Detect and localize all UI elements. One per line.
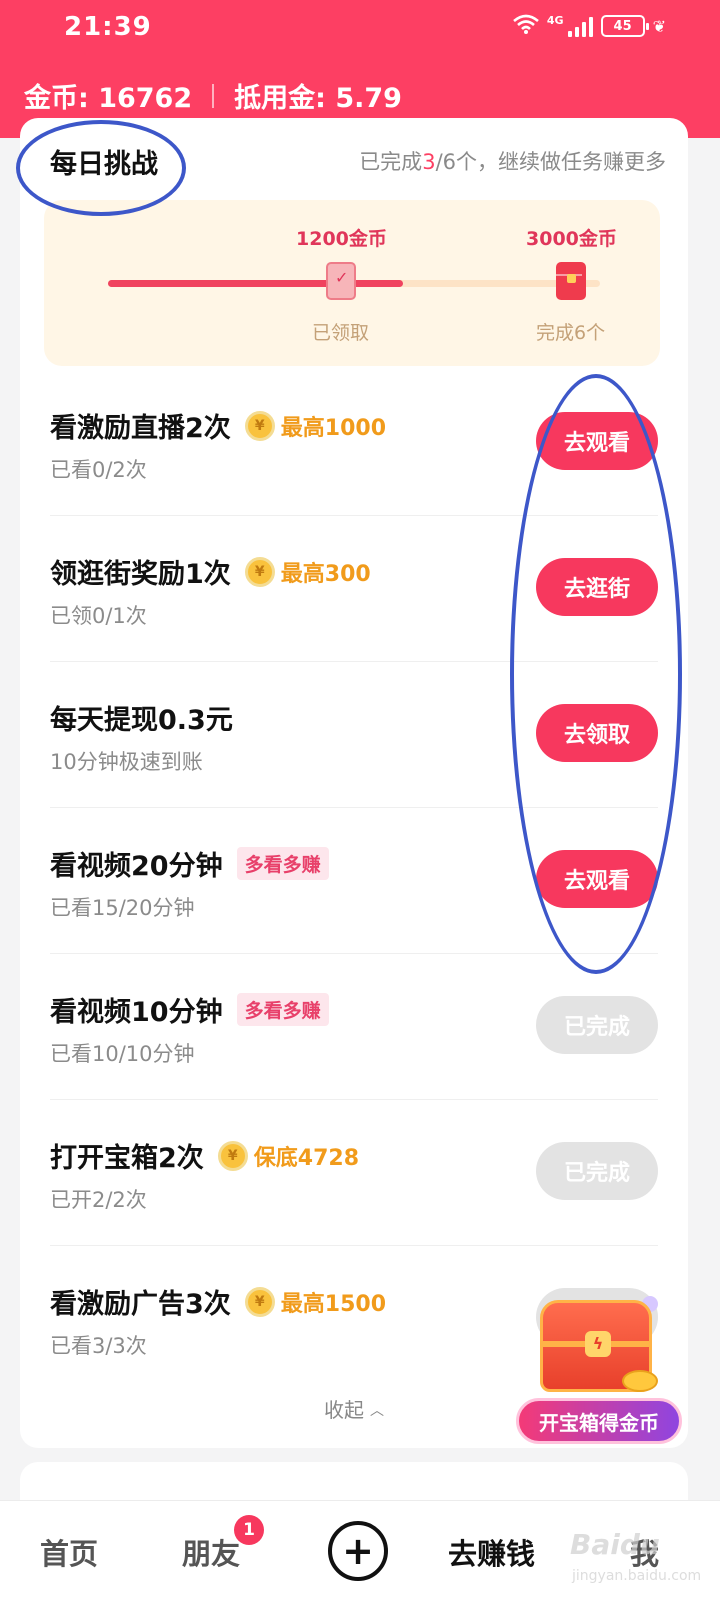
task-title: 看激励广告3次 [50, 1289, 231, 1320]
signal-icon [567, 15, 593, 37]
progress-fill [108, 280, 404, 287]
coin-icon: ¥ [244, 1286, 275, 1317]
create-plus-button[interactable]: + [328, 1521, 388, 1581]
task-progress: 已领0/1次 [50, 604, 147, 628]
hint-prefix: 已完成 [359, 150, 423, 174]
completed-button[interactable]: 已完成 [536, 996, 658, 1054]
challenge-hint: 已完成3/6个，继续做任务赚更多 [359, 146, 666, 176]
task-title-row: 领逛街奖励1次 ¥ 最高300 [50, 552, 371, 591]
open-chest-button[interactable]: 开宝箱得金币 [516, 1398, 682, 1444]
collapse-label: 收起 [324, 1398, 364, 1422]
red-packet-icon[interactable] [556, 262, 586, 300]
claim-withdraw-button[interactable]: 去领取 [536, 704, 658, 762]
task-progress: 已看0/2次 [50, 458, 147, 482]
task-tag: 多看多赚 [236, 993, 329, 1026]
check-icon: ✓ [335, 268, 349, 287]
task-title: 看激励直播2次 [50, 413, 231, 444]
friends-badge: 1 [234, 1515, 264, 1545]
task-title-row: 打开宝箱2次 ¥ 保底4728 [50, 1136, 359, 1175]
task-reward: 最高300 [280, 561, 371, 587]
milestone-status-1: 已领取 [312, 322, 370, 344]
balance-row: 金币: 16762 抵用金: 5.79 [24, 76, 402, 115]
task-row: 每天提现0.3元 10分钟极速到账 去领取 [20, 662, 688, 808]
packet-seal [567, 274, 576, 283]
task-title-row: 看激励广告3次 ¥ 最高1500 [50, 1282, 386, 1321]
treasure-chest-widget[interactable]: ϟ 开宝箱得金币 [514, 1290, 684, 1450]
task-progress: 10分钟极速到账 [50, 750, 203, 774]
hint-suffix: /6个，继续做任务赚更多 [435, 150, 666, 174]
task-row: 领逛街奖励1次 ¥ 最高300 已领0/1次 去逛街 [20, 516, 688, 662]
nav-home[interactable]: 首页 [40, 1531, 98, 1573]
task-reward: 最高1000 [280, 415, 387, 441]
task-progress: 已开2/2次 [50, 1188, 147, 1212]
baidu-watermark: Baidu jingyan.baidu.com [560, 1500, 710, 1600]
task-tag: 多看多赚 [236, 847, 329, 880]
status-time: 21:39 [64, 12, 152, 42]
milestone-status-2: 完成6个 [536, 322, 606, 344]
progress-panel: 1200金币 3000金币 ✓ 已领取 完成6个 [44, 200, 660, 366]
task-title: 看视频10分钟 [50, 997, 223, 1028]
task-progress: 已看3/3次 [50, 1334, 147, 1358]
hint-done-count: 3 [422, 150, 436, 174]
task-title-row: 每天提现0.3元 [50, 698, 233, 737]
deduction-balance[interactable]: 抵用金: 5.79 [234, 76, 402, 115]
watch-live-button[interactable]: 去观看 [536, 412, 658, 470]
network-label: 4G [546, 14, 564, 27]
completed-button[interactable]: 已完成 [536, 1142, 658, 1200]
red-packet-claimed-icon[interactable]: ✓ [326, 262, 356, 300]
task-title-row: 看视频20分钟 多看多赚 [50, 844, 329, 883]
task-title: 每天提现0.3元 [50, 705, 233, 736]
balance-divider [212, 83, 215, 108]
task-progress: 已看10/10分钟 [50, 1042, 195, 1066]
watermark-sub: jingyan.baidu.com [572, 1568, 702, 1584]
task-title: 领逛街奖励1次 [50, 559, 231, 590]
wifi-icon [513, 14, 539, 38]
task-title-row: 看激励直播2次 ¥ 最高1000 [50, 406, 386, 445]
task-reward: 最高1500 [280, 1291, 387, 1317]
task-progress: 已看15/20分钟 [50, 896, 195, 920]
watch-video-button[interactable]: 去观看 [536, 850, 658, 908]
milestone-reward-1: 1200金币 [296, 228, 387, 250]
challenge-title: 每日挑战 [50, 149, 158, 180]
nav-friends[interactable]: 朋友 [182, 1531, 240, 1573]
leaf-icon: ❦ [652, 16, 666, 36]
next-card-edge [20, 1462, 688, 1502]
task-title: 看视频20分钟 [50, 851, 223, 882]
task-row: 打开宝箱2次 ¥ 保底4728 已开2/2次 已完成 [20, 1100, 688, 1246]
lightning-icon: ϟ [585, 1331, 611, 1357]
coins-balance[interactable]: 金币: 16762 [24, 76, 192, 115]
task-title: 打开宝箱2次 [50, 1143, 204, 1174]
task-title-row: 看视频10分钟 多看多赚 [50, 990, 329, 1029]
battery-level: 45 [613, 18, 632, 34]
chevron-up-icon: ︿ [370, 1403, 384, 1419]
status-icons: 4G 45 ❦ [513, 14, 666, 38]
task-row: 看视频10分钟 多看多赚 已看10/10分钟 已完成 [20, 954, 688, 1100]
daily-challenge-card: 每日挑战 已完成3/6个，继续做任务赚更多 1200金币 3000金币 ✓ 已领… [16, 118, 688, 1448]
coin-icon: ¥ [244, 410, 275, 441]
coin-icon: ¥ [217, 1140, 248, 1171]
task-reward: 保底4728 [253, 1145, 360, 1171]
milestone-reward-2: 3000金币 [526, 228, 617, 250]
coin-icon: ¥ [244, 556, 275, 587]
coins-icon [622, 1370, 658, 1392]
watermark-main: Baidu [570, 1528, 660, 1561]
task-row: 看激励直播2次 ¥ 最高1000 已看0/2次 去观看 [20, 370, 688, 516]
nav-earn[interactable]: 去赚钱 [448, 1531, 535, 1573]
go-shopping-button[interactable]: 去逛街 [536, 558, 658, 616]
task-row: 看视频20分钟 多看多赚 已看15/20分钟 去观看 [20, 808, 688, 954]
battery-icon: 45 [600, 15, 649, 37]
